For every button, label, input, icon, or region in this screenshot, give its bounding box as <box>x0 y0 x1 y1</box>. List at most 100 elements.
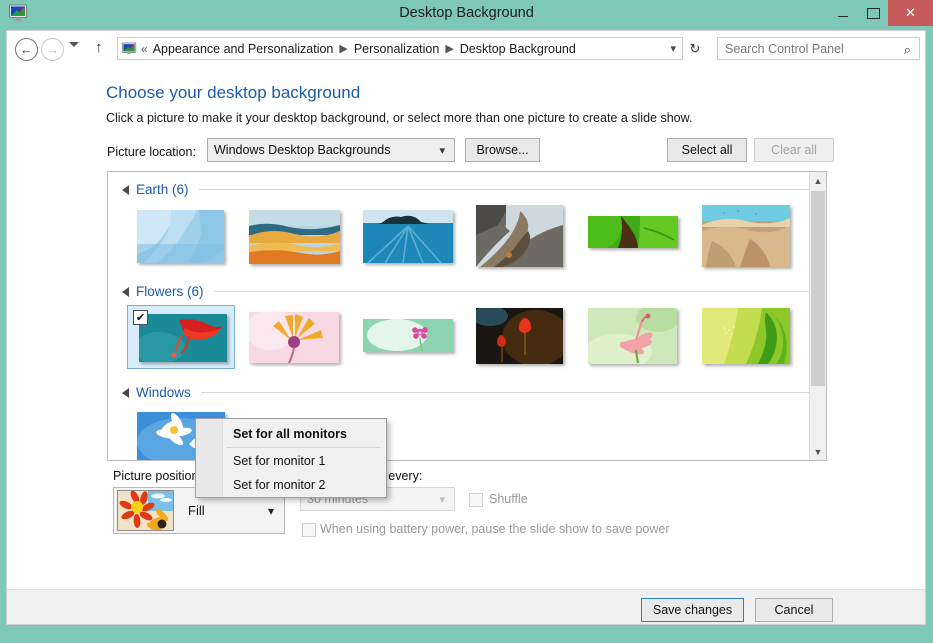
recent-pages-icon[interactable] <box>69 42 79 47</box>
expander-triangle-icon[interactable] <box>122 184 129 195</box>
page-title: Choose your desktop background <box>106 83 361 102</box>
gallery-scrollbar[interactable]: ▲ ▼ <box>809 172 826 460</box>
group-divider <box>198 189 812 190</box>
chevron-down-icon[interactable]: ▾ <box>670 42 676 55</box>
thumbnail-checkbox[interactable]: ✔ <box>133 310 148 325</box>
chevron-down-icon: ▾ <box>439 493 445 506</box>
gallery-thumbnail[interactable] <box>363 210 453 264</box>
gallery-thumbnail[interactable] <box>363 319 453 352</box>
breadcrumb-overflow[interactable]: « <box>141 42 148 56</box>
picture-position-value: Fill <box>188 503 205 518</box>
page-subtitle: Click a picture to make it your desktop … <box>106 111 693 125</box>
breadcrumb-item-appearance[interactable]: Appearance and Personalization <box>153 42 334 56</box>
gallery-thumbnail[interactable] <box>702 205 790 267</box>
save-changes-button[interactable]: Save changes <box>641 598 744 622</box>
thumbnail-image-yellow-daisy-pink <box>245 310 339 364</box>
context-menu[interactable]: Set for all monitors Set for monitor 1 S… <box>195 418 387 498</box>
address-bar[interactable]: « Appearance and Personalization ▶ Perso… <box>117 37 683 60</box>
gallery-thumbnail[interactable] <box>588 216 678 248</box>
scrollbar-thumb[interactable] <box>811 191 825 386</box>
picture-location-value: Windows Desktop Backgrounds <box>214 143 391 157</box>
gallery-thumbnail[interactable] <box>584 304 680 370</box>
thumbnail-image-gerbera <box>118 491 173 530</box>
picture-position-preview <box>117 490 174 531</box>
gallery-group-header-earth[interactable]: Earth (6) <box>122 182 812 197</box>
shuffle-label: Shuffle <box>489 492 528 506</box>
minimize-button[interactable] <box>828 0 858 26</box>
browse-button[interactable]: Browse... <box>465 138 540 162</box>
select-all-button[interactable]: Select all <box>667 138 747 162</box>
thumbnail-image-wrapper <box>133 314 227 364</box>
breadcrumb-item-personalization[interactable]: Personalization <box>354 42 439 56</box>
gallery-thumbnail[interactable] <box>249 210 340 264</box>
thumbnail-image-green-leaves <box>702 308 790 364</box>
desktop-background: Desktop Background ✕ ← → ↑ « Appearance … <box>0 0 933 643</box>
scroll-down-icon[interactable]: ▼ <box>810 443 826 460</box>
window-controls: ✕ <box>828 0 933 26</box>
minimize-icon <box>838 15 848 18</box>
close-button[interactable]: ✕ <box>888 0 933 26</box>
thumbnail-image-greenfield <box>588 216 678 248</box>
breadcrumb-item-desktop-background[interactable]: Desktop Background <box>460 42 576 56</box>
up-button[interactable]: ↑ <box>95 39 103 56</box>
scroll-up-icon[interactable]: ▲ <box>810 172 826 189</box>
navigation-bar: ← → ↑ « Appearance and Personalization ▶… <box>7 31 925 66</box>
expander-triangle-icon[interactable] <box>122 286 129 297</box>
gallery-group-label: Windows <box>136 385 191 400</box>
refresh-button[interactable]: ↻ <box>683 37 707 60</box>
chevron-down-icon: ▾ <box>439 144 445 157</box>
thumbnail-image-dunes <box>249 210 340 264</box>
clear-all-button: Clear all <box>754 138 834 162</box>
search-box[interactable]: Search Control Panel ⌕ <box>717 37 920 60</box>
forward-button[interactable]: → <box>41 38 64 61</box>
gallery-thumbnail[interactable] <box>702 308 790 364</box>
search-icon[interactable]: ⌕ <box>904 42 911 58</box>
gallery-group-label: Flowers (6) <box>136 284 204 299</box>
gallery-thumbnail-selected[interactable]: ✔ <box>127 305 235 369</box>
gallery-thumbnail[interactable] <box>476 205 563 267</box>
breadcrumb-separator: ▶ <box>339 43 348 55</box>
content-area: Choose your desktop background Click a p… <box>7 66 925 589</box>
gallery-scroll-content: Earth (6) Flowers (6) ✔ Windows <box>108 172 812 460</box>
gallery-group-label: Earth (6) <box>136 182 189 197</box>
gallery-group-header-flowers[interactable]: Flowers (6) <box>122 284 812 299</box>
thumbnail-image-pink-bloom-green <box>363 319 453 352</box>
thumbnail-image-pink-lily-green <box>584 304 680 370</box>
gallery-thumbnail[interactable] <box>472 306 570 366</box>
dialog-footer: Save changes Cancel <box>7 589 925 624</box>
battery-pause-label: When using battery power, pause the slid… <box>320 522 670 536</box>
gallery-thumbnail[interactable] <box>245 310 339 364</box>
context-menu-item-set-monitor-2[interactable]: Set for monitor 2 <box>224 473 386 497</box>
taskbar-strip <box>0 638 933 643</box>
back-button[interactable]: ← <box>15 38 38 61</box>
thumbnail-image-desert <box>702 205 790 267</box>
battery-pause-checkbox <box>302 523 316 537</box>
shuffle-checkbox <box>469 493 483 507</box>
chevron-down-icon: ▾ <box>267 503 274 518</box>
thumbnail-image-ice <box>137 210 224 263</box>
window-title-bar: Desktop Background ✕ <box>0 0 933 30</box>
breadcrumb-separator: ▶ <box>445 43 454 55</box>
picture-position-label: Picture position: <box>113 469 202 483</box>
maximize-button[interactable] <box>858 0 888 26</box>
thumbnail-image-rockshore <box>476 205 563 267</box>
context-menu-gutter <box>196 419 223 497</box>
context-menu-item-set-monitor-1[interactable]: Set for monitor 1 <box>224 449 386 473</box>
display-monitor-icon <box>121 42 137 54</box>
group-divider <box>200 392 812 393</box>
gallery-thumbnail[interactable] <box>137 210 224 263</box>
expander-triangle-icon[interactable] <box>122 387 129 398</box>
context-menu-separator <box>226 447 380 448</box>
picture-location-label: Picture location: <box>107 145 196 159</box>
control-panel-window: ← → ↑ « Appearance and Personalization ▶… <box>6 30 926 625</box>
thumbnail-image-red-flower-teal <box>133 314 227 364</box>
cancel-button[interactable]: Cancel <box>755 598 833 622</box>
gallery-group-header-windows[interactable]: Windows <box>122 385 812 400</box>
window-title: Desktop Background <box>399 5 534 21</box>
maximize-icon <box>866 7 880 19</box>
context-menu-item-set-all-monitors[interactable]: Set for all monitors <box>224 422 386 446</box>
search-input[interactable]: Search Control Panel <box>725 42 844 56</box>
thumbnail-image-red-tulips-dark <box>472 306 570 366</box>
group-divider <box>213 291 812 292</box>
picture-location-dropdown[interactable]: Windows Desktop Backgrounds ▾ <box>207 138 455 162</box>
